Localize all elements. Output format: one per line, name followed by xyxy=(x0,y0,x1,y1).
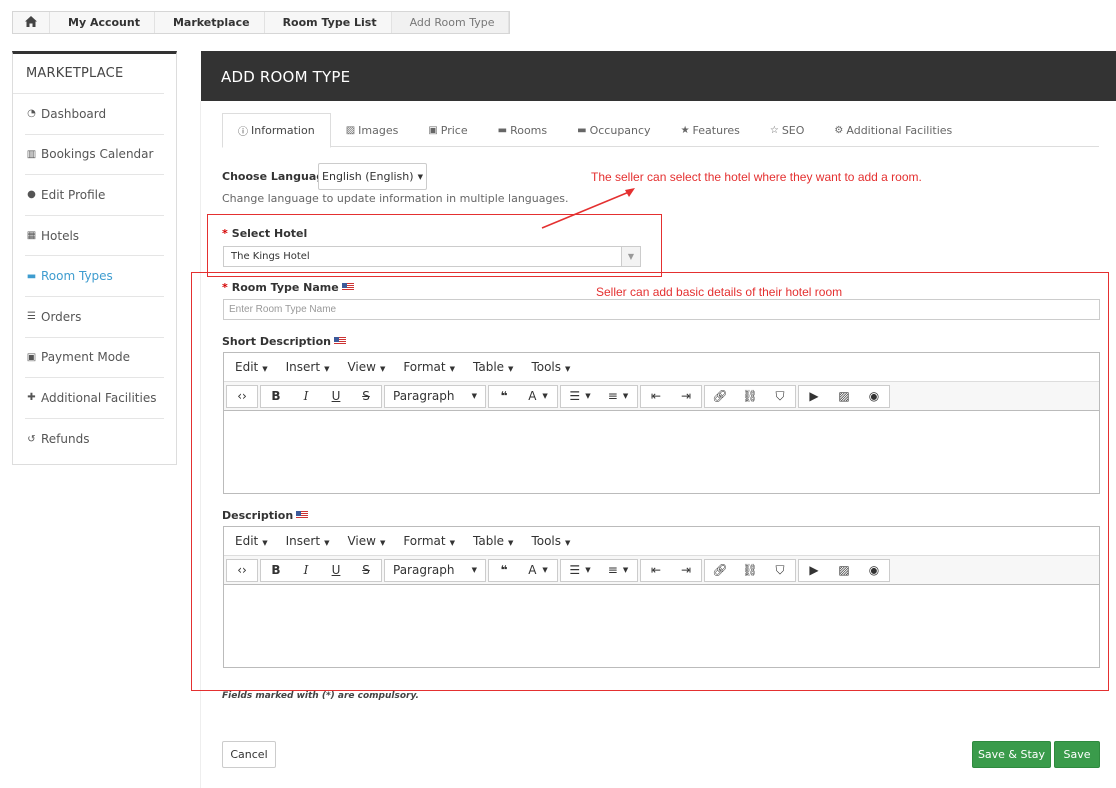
bed-icon: ▬ xyxy=(26,270,37,282)
tab-features[interactable]: ★ Features xyxy=(666,113,755,147)
sidebar-item-bookings-calendar[interactable]: ▥ Bookings Calendar xyxy=(25,135,164,176)
bed-icon: ▬ xyxy=(577,124,587,136)
bar-chart-icon: ▥ xyxy=(26,148,37,160)
star-outline-icon: ☆ xyxy=(769,124,779,136)
breadcrumb-my-account[interactable]: My Account xyxy=(50,12,155,33)
gear-icon: ⚙ xyxy=(834,124,844,136)
sidebar-item-label: Orders xyxy=(41,309,82,324)
annotation-text-details: Seller can add basic details of their ho… xyxy=(596,285,843,299)
user-icon: ● xyxy=(27,189,36,201)
sidebar-item-label: Bookings Calendar xyxy=(41,147,154,162)
tab-label: Rooms xyxy=(510,123,548,137)
sidebar-title: MARKETPLACE xyxy=(13,54,164,94)
user-plus-icon: ✚ xyxy=(27,392,36,404)
annotation-box-details xyxy=(191,272,1109,691)
breadcrumb-add-room-type: Add Room Type xyxy=(391,12,510,33)
language-help-text: Change language to update information in… xyxy=(222,192,569,205)
sidebar-item-label: Dashboard xyxy=(41,106,107,121)
language-dropdown[interactable]: English (English) ▼ xyxy=(318,163,427,190)
chevron-down-icon: ▼ xyxy=(417,172,423,181)
breadcrumb-marketplace[interactable]: Marketplace xyxy=(155,12,265,33)
home-icon[interactable] xyxy=(25,15,37,30)
language-value: English (English) xyxy=(322,170,414,183)
image-icon: ▨ xyxy=(345,124,356,136)
tab-label: Information xyxy=(251,124,315,137)
breadcrumb-room-type-list[interactable]: Room Type List xyxy=(265,12,392,33)
sidebar: MARKETPLACE ◔ Dashboard ▥ Bookings Calen… xyxy=(12,51,177,465)
sidebar-item-hotels[interactable]: ▦ Hotels xyxy=(25,216,164,257)
save-button[interactable]: Save xyxy=(1054,741,1100,768)
annotation-arrow xyxy=(541,188,635,229)
money-icon: ▣ xyxy=(428,124,438,136)
sidebar-item-room-types[interactable]: ▬ Room Types xyxy=(25,256,164,297)
tab-label: Images xyxy=(358,123,399,137)
sidebar-item-label: Room Types xyxy=(41,269,113,284)
sidebar-item-label: Refunds xyxy=(41,432,90,447)
tab-label: SEO xyxy=(781,123,805,137)
compulsory-fields-note: Fields marked with (*) are compulsory. xyxy=(222,691,419,701)
tab-occupancy[interactable]: ▬ Occupancy xyxy=(562,113,665,147)
tab-rooms[interactable]: ▬ Rooms xyxy=(483,113,563,147)
sidebar-item-additional-facilities[interactable]: ✚ Additional Facilities xyxy=(25,378,164,419)
money-icon: ▣ xyxy=(26,351,37,363)
save-and-stay-button[interactable]: Save & Stay xyxy=(972,741,1051,768)
bed-icon: ▬ xyxy=(497,124,508,136)
sidebar-item-label: Payment Mode xyxy=(41,350,131,365)
refresh-icon: ↺ xyxy=(27,433,36,445)
list-icon: ☰ xyxy=(27,311,36,323)
sidebar-item-edit-profile[interactable]: ● Edit Profile xyxy=(25,175,164,216)
tab-bar: ⓘ Information ▨ Images ▣ Price ▬ Rooms ▬… xyxy=(222,113,1099,148)
sidebar-item-dashboard[interactable]: ◔ Dashboard xyxy=(25,94,164,135)
tab-images[interactable]: ▨ Images xyxy=(331,113,414,147)
info-circle-icon: ⓘ xyxy=(238,127,248,138)
sidebar-item-orders[interactable]: ☰ Orders xyxy=(25,297,164,338)
sidebar-item-refunds[interactable]: ↺ Refunds xyxy=(25,419,164,460)
sidebar-item-label: Hotels xyxy=(41,228,80,243)
star-icon: ★ xyxy=(680,124,690,136)
tab-label: Price xyxy=(440,123,468,137)
tab-label: Additional Facilities xyxy=(846,123,953,137)
page-title: ADD ROOM TYPE xyxy=(201,51,1116,101)
tab-information[interactable]: ⓘ Information xyxy=(222,113,331,148)
tab-seo[interactable]: ☆ SEO xyxy=(755,113,820,147)
breadcrumb-home[interactable] xyxy=(13,12,50,33)
sidebar-item-label: Edit Profile xyxy=(41,187,106,202)
tab-additional-facilities[interactable]: ⚙ Additional Facilities xyxy=(819,113,967,147)
cancel-button[interactable]: Cancel xyxy=(222,741,276,768)
annotation-text-hotel: The seller can select the hotel where th… xyxy=(591,170,922,184)
dashboard-icon: ◔ xyxy=(27,108,36,120)
sidebar-item-payment-mode[interactable]: ▣ Payment Mode xyxy=(25,338,164,379)
tab-label: Occupancy xyxy=(589,123,651,137)
sidebar-item-label: Additional Facilities xyxy=(41,390,157,405)
tab-price[interactable]: ▣ Price xyxy=(413,113,482,147)
building-icon: ▦ xyxy=(26,230,37,242)
tab-label: Features xyxy=(692,123,740,137)
breadcrumb: My Account Marketplace Room Type List Ad… xyxy=(12,11,511,34)
